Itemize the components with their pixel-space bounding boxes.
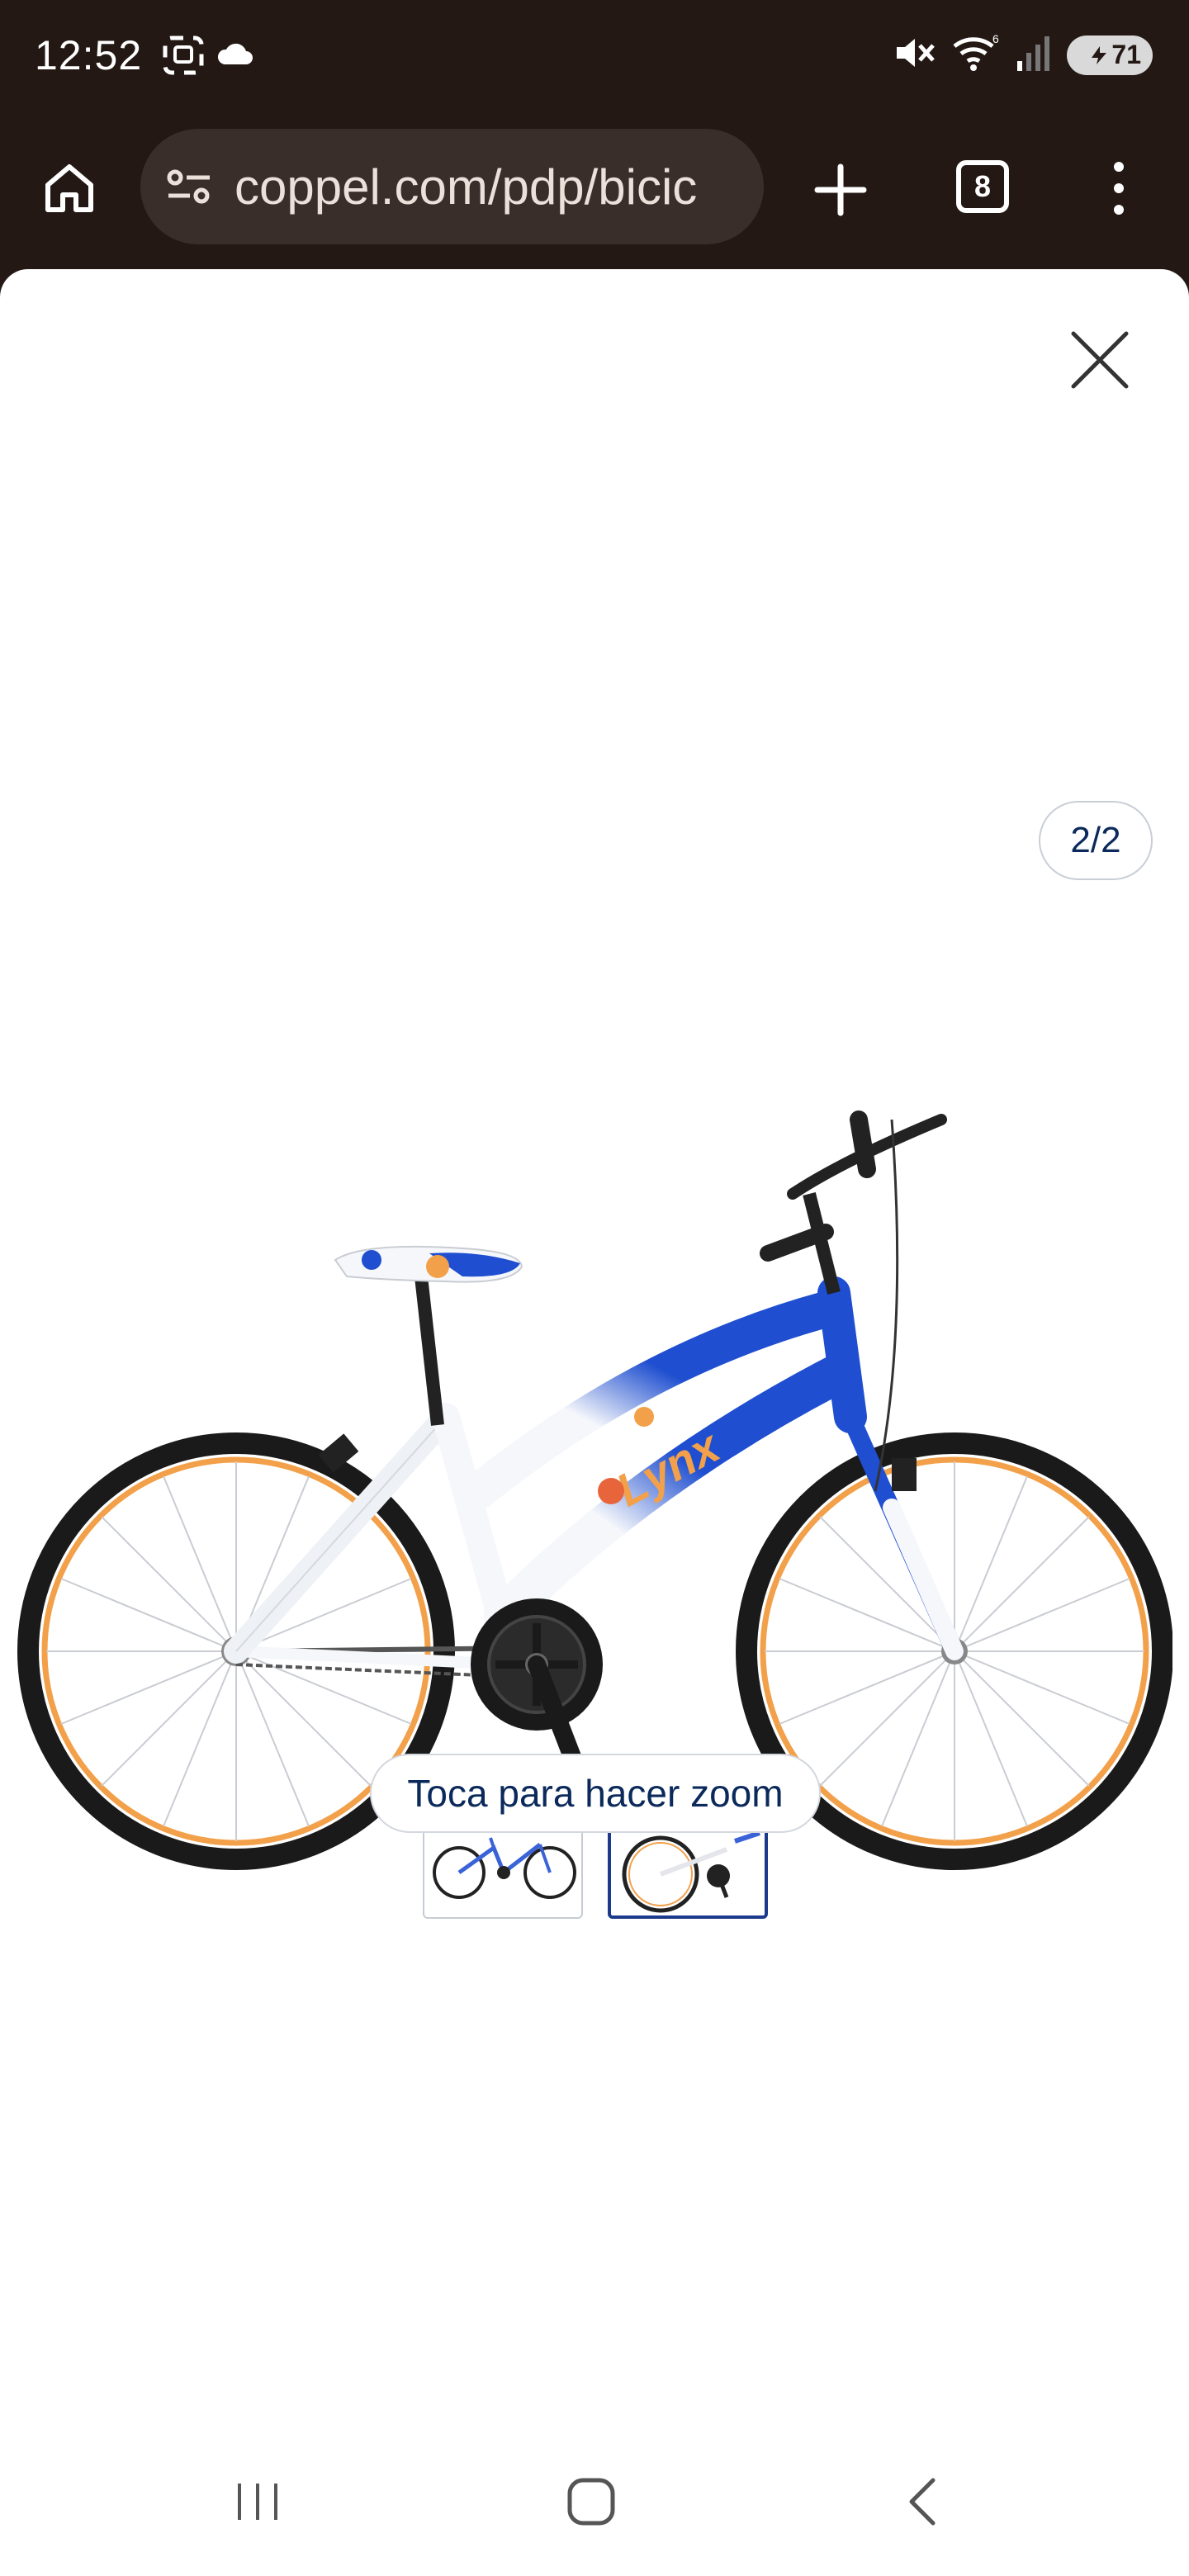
new-tab-button[interactable] bbox=[809, 159, 872, 221]
zoom-hint-text: Toca para hacer zoom bbox=[407, 1772, 784, 1815]
site-settings-icon[interactable] bbox=[163, 161, 215, 212]
status-time: 12:52 bbox=[35, 32, 143, 78]
cloud-icon bbox=[216, 41, 254, 70]
more-vertical-icon bbox=[1114, 162, 1124, 215]
home-circle-icon bbox=[567, 2478, 615, 2526]
home-button[interactable] bbox=[40, 159, 99, 218]
signal-icon bbox=[1016, 33, 1052, 77]
close-icon bbox=[1071, 331, 1129, 389]
battery-level: 71 bbox=[1111, 40, 1141, 69]
svg-text:6: 6 bbox=[992, 32, 999, 45]
menu-button[interactable] bbox=[1098, 155, 1139, 221]
home-nav-button[interactable] bbox=[565, 2475, 618, 2532]
tab-count: 8 bbox=[973, 169, 992, 203]
product-image[interactable]: Lynx bbox=[17, 847, 1173, 1912]
tab-switcher-button[interactable]: 8 bbox=[956, 160, 1009, 213]
zoom-hint[interactable]: Toca para hacer zoom bbox=[370, 1754, 821, 1833]
back-icon bbox=[909, 2478, 936, 2526]
thumbnail-2[interactable] bbox=[608, 1821, 768, 1919]
bicycle-image: Lynx bbox=[17, 1110, 1173, 1870]
system-nav-bar bbox=[0, 2432, 1189, 2576]
recents-icon bbox=[238, 2484, 277, 2520]
image-gallery-modal: 2/2 Lynx Toca para hacer zoom bbox=[0, 269, 1189, 2432]
home-icon bbox=[45, 164, 93, 212]
plus-icon bbox=[814, 163, 867, 216]
status-bar: 12:52 6 71 bbox=[0, 0, 1189, 112]
wifi-icon: 6 bbox=[951, 31, 1001, 78]
browser-toolbar: coppel.com/pdp/bicic 8 bbox=[0, 112, 1189, 269]
mute-icon bbox=[893, 32, 936, 78]
url-text[interactable]: coppel.com/pdp/bicic bbox=[234, 159, 697, 215]
recents-button[interactable] bbox=[233, 2475, 282, 2532]
battery-icon: 71 bbox=[1067, 35, 1153, 75]
address-bar[interactable]: coppel.com/pdp/bicic bbox=[140, 129, 764, 244]
thumbnail-bicycle-image bbox=[433, 1837, 576, 1899]
thumbnail-bicycle-image bbox=[622, 1830, 760, 1913]
screenshot-icon bbox=[162, 35, 205, 80]
close-button[interactable] bbox=[1065, 325, 1135, 395]
back-button[interactable] bbox=[902, 2475, 945, 2532]
thumbnail-1[interactable] bbox=[423, 1821, 583, 1919]
